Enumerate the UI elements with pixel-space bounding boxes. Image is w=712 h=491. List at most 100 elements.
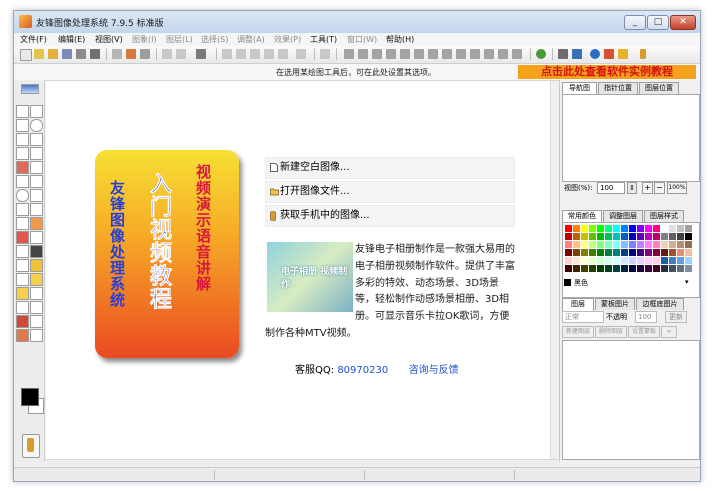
tab-layers[interactable]: 图层 — [562, 298, 594, 311]
adjust-10-icon[interactable] — [470, 49, 480, 59]
smudge-icon[interactable] — [30, 301, 43, 314]
color-swatch[interactable] — [653, 241, 660, 248]
monitor-icon[interactable] — [572, 49, 582, 59]
color-swatch[interactable] — [677, 225, 684, 232]
resize-icon[interactable] — [264, 49, 274, 59]
maximize-button[interactable]: □ — [647, 15, 669, 30]
flip-icon[interactable] — [222, 49, 232, 59]
color-swatch[interactable] — [597, 257, 604, 264]
color-swatch[interactable] — [597, 233, 604, 240]
opacity-input[interactable]: 100 — [635, 311, 657, 323]
photo-album-thumbnail[interactable]: 电子相册 视频制作 — [267, 242, 353, 312]
menu-select[interactable]: 选择(S) — [201, 34, 228, 45]
color-swatch[interactable] — [597, 241, 604, 248]
round-select-icon[interactable] — [30, 119, 43, 132]
color-swatch[interactable] — [589, 249, 596, 256]
zoom-icon[interactable] — [16, 273, 29, 286]
color-swatch[interactable] — [685, 225, 692, 232]
shop-icon[interactable] — [604, 49, 614, 59]
color-swatch[interactable] — [613, 249, 620, 256]
color-swatch[interactable] — [669, 233, 676, 240]
web-icon[interactable] — [536, 49, 546, 59]
color-swatch[interactable] — [629, 241, 636, 248]
open-image-button[interactable]: 打开图像文件... — [265, 181, 515, 203]
color-swatch[interactable] — [669, 249, 676, 256]
brush-icon[interactable] — [30, 259, 43, 272]
print-icon[interactable] — [112, 49, 122, 59]
zoom-out-button[interactable]: − — [654, 182, 665, 194]
color-swatch[interactable] — [677, 249, 684, 256]
color-swatch[interactable] — [661, 257, 668, 264]
color-swatch[interactable] — [645, 225, 652, 232]
color-swatch[interactable] — [669, 225, 676, 232]
delete-layer-button[interactable]: 删除图层 — [595, 326, 627, 338]
color-swatch[interactable] — [581, 225, 588, 232]
fill-rect-icon[interactable] — [30, 245, 43, 258]
color-swatch[interactable] — [685, 241, 692, 248]
tab-mask-image[interactable]: 蒙板图片 — [595, 298, 635, 310]
color-swatch[interactable] — [605, 225, 612, 232]
menu-effects[interactable]: 效果(P) — [274, 34, 301, 45]
pencil-icon[interactable] — [30, 175, 43, 188]
color-swatch[interactable] — [605, 241, 612, 248]
color-swatch[interactable] — [629, 257, 636, 264]
tab-layer-position[interactable]: 图层位置 — [639, 82, 679, 94]
color-swatch[interactable] — [605, 257, 612, 264]
color-swatch[interactable] — [565, 233, 572, 240]
color-swatch[interactable] — [589, 265, 596, 272]
vertical-scrollbar[interactable] — [550, 81, 559, 459]
zoom-100-button[interactable]: 100% — [667, 182, 687, 194]
canvas-icon[interactable] — [278, 49, 288, 59]
phone-sync-icon[interactable] — [640, 49, 646, 59]
dodge-icon[interactable] — [30, 329, 43, 342]
color-swatch[interactable] — [677, 265, 684, 272]
menu-tools[interactable]: 工具(T) — [310, 34, 337, 45]
ellipse-tool-icon[interactable] — [16, 189, 29, 202]
color-swatch[interactable] — [653, 225, 660, 232]
color-swatch[interactable] — [565, 225, 572, 232]
zoom-spinner[interactable]: ⇕ — [627, 182, 637, 194]
lasso-icon[interactable] — [16, 133, 29, 146]
eraser-icon[interactable] — [30, 231, 43, 244]
save-as-icon[interactable] — [76, 49, 86, 59]
color-swatch[interactable] — [645, 241, 652, 248]
zoom-input[interactable]: 100 — [597, 182, 625, 194]
crop-icon[interactable] — [250, 49, 260, 59]
color-swatch[interactable] — [573, 225, 580, 232]
light-icon[interactable] — [16, 287, 29, 300]
menu-view[interactable]: 视图(V) — [95, 34, 123, 45]
gradient-icon[interactable] — [16, 245, 29, 258]
color-swatch[interactable] — [637, 225, 644, 232]
new-blank-image-button[interactable]: 新建空白图像... — [265, 157, 515, 179]
color-swatch[interactable] — [685, 249, 692, 256]
eyedropper-icon[interactable] — [30, 161, 43, 174]
color-swatch[interactable] — [645, 257, 652, 264]
color-swatch[interactable] — [621, 257, 628, 264]
tutorial-promo-link[interactable]: 点击此处查看软件实例教程 — [518, 65, 696, 79]
color-swatch[interactable] — [613, 233, 620, 240]
crop-tool-icon[interactable] — [30, 147, 43, 160]
paint-bucket-icon[interactable] — [16, 231, 29, 244]
burn-icon[interactable] — [16, 329, 29, 342]
color-swatch[interactable] — [629, 265, 636, 272]
color-swatch[interactable] — [645, 233, 652, 240]
new-icon[interactable] — [20, 49, 32, 61]
camera-icon[interactable] — [140, 49, 150, 59]
color-swatch[interactable] — [685, 233, 692, 240]
roundrect-tool-icon[interactable] — [30, 203, 43, 216]
color-swatch[interactable] — [589, 257, 596, 264]
menu-adjust[interactable]: 调整(A) — [237, 34, 265, 45]
tab-adjust-layer[interactable]: 调整图层 — [603, 210, 643, 222]
color-swatch[interactable] — [581, 257, 588, 264]
menu-window[interactable]: 窗口(W) — [347, 34, 377, 45]
undo-icon[interactable] — [320, 49, 330, 59]
color-swatch[interactable] — [629, 249, 636, 256]
color-swatch[interactable] — [661, 241, 668, 248]
color-swatch[interactable] — [613, 225, 620, 232]
color-swatch[interactable] — [637, 265, 644, 272]
tool-preset-icon[interactable] — [21, 84, 39, 94]
color-swatch[interactable] — [685, 265, 692, 272]
update-button[interactable]: 更新 — [665, 311, 687, 323]
color-swatch[interactable] — [565, 265, 572, 272]
paste-icon[interactable] — [196, 49, 206, 59]
